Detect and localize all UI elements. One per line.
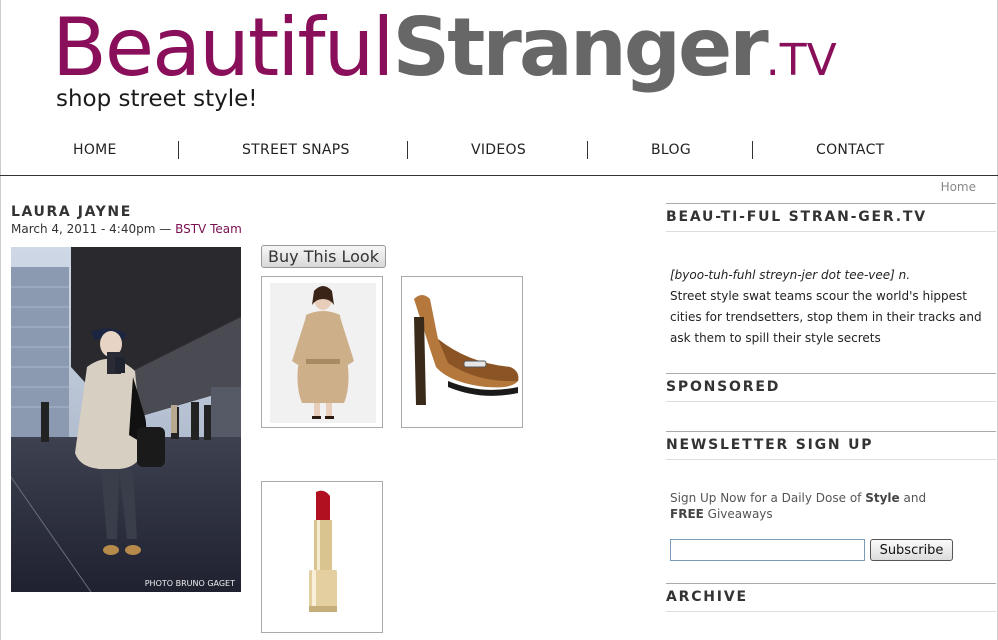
logo-beautiful: Beautiful — [52, 1, 395, 94]
nav-divider — [0, 175, 998, 176]
subscribe-button[interactable]: Subscribe — [870, 539, 953, 561]
street-style-photo[interactable]: PHOTO BRUNO GAGET — [11, 247, 241, 592]
newsletter-text-c: and — [899, 491, 927, 505]
logo-tagline: shop street style! — [56, 86, 258, 112]
nav-separator — [178, 141, 179, 159]
newsletter-email-input[interactable] — [670, 539, 865, 561]
main-nav: HOME STREET SNAPS VIDEOS BLOG CONTACT — [0, 138, 998, 164]
newsletter-text-free: FREE — [670, 507, 704, 521]
nav-videos[interactable]: VIDEOS — [471, 142, 526, 158]
newsletter-description: Sign Up Now for a Daily Dose of Style an… — [670, 490, 930, 522]
post-meta-separator: — — [159, 222, 172, 236]
product-loafer-pump[interactable] — [401, 276, 523, 428]
nav-home[interactable]: HOME — [73, 142, 117, 158]
post-meta: March 4, 2011 - 4:40pm — BSTV Team — [11, 222, 242, 236]
product-lipstick[interactable] — [261, 481, 383, 633]
post-author-link[interactable]: BSTV Team — [175, 222, 242, 236]
logo-tv: .TV — [765, 35, 837, 86]
nav-separator — [587, 141, 588, 159]
nav-contact[interactable]: CONTACT — [816, 142, 885, 158]
pronunciation: [byoo-tuh-fuhl streyn-jer dot tee-vee] n… — [670, 268, 911, 282]
breadcrumb-home[interactable]: Home — [941, 180, 976, 194]
sidebar-archive-heading: ARCHIVE — [666, 583, 996, 612]
photo-credit: PHOTO BRUNO GAGET — [144, 579, 235, 588]
newsletter-text-style: Style — [865, 491, 900, 505]
site-logo[interactable]: BeautifulStranger.TV shop street style! — [52, 0, 952, 120]
nav-separator — [752, 141, 753, 159]
logo-stranger: Stranger — [392, 1, 769, 94]
post-date: March 4, 2011 - 4:40pm — [11, 222, 156, 236]
sidebar-sponsored-heading: SPONSORED — [666, 373, 996, 402]
buy-this-look-button[interactable]: Buy This Look — [261, 245, 386, 268]
nav-blog[interactable]: BLOG — [651, 142, 691, 158]
site-description: Street style swat teams scour the world'… — [670, 289, 982, 345]
nav-separator — [407, 141, 408, 159]
sidebar-about-heading: BEAU-TI-FUL STRAN-GER.TV — [666, 203, 996, 232]
loafer-pump-image — [414, 295, 519, 405]
lipstick-image — [309, 490, 337, 612]
photo-illustration — [11, 247, 241, 592]
newsletter-text-a: Sign Up Now for a Daily Dose of — [670, 491, 866, 505]
nav-street-snaps[interactable]: STREET SNAPS — [242, 142, 350, 158]
post-title: LAURA JAYNE — [11, 204, 132, 220]
newsletter-text-e: Giveaways — [703, 507, 773, 521]
product-trench-coat[interactable] — [261, 276, 383, 428]
trench-coat-image — [270, 283, 376, 423]
sidebar-newsletter-heading: NEWSLETTER SIGN UP — [666, 431, 996, 460]
